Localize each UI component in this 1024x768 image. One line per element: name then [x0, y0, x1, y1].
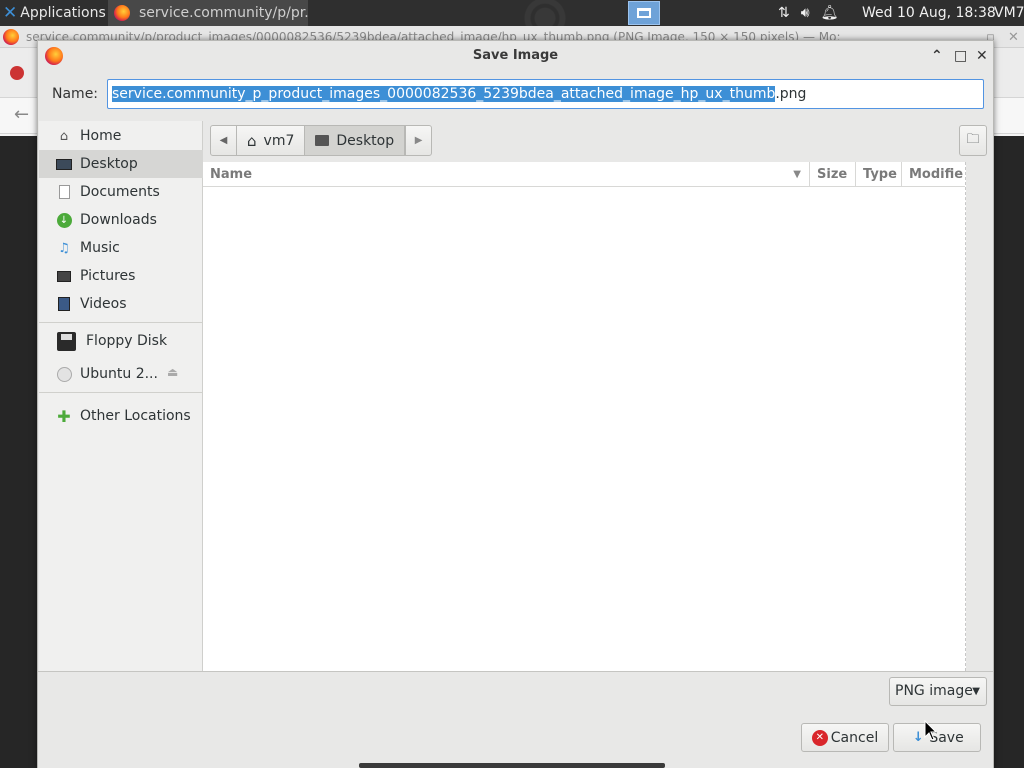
plus-icon: ✚ — [57, 406, 71, 426]
path-back-button[interactable]: ◀ — [210, 125, 237, 156]
pictures-icon — [56, 268, 72, 284]
sidebar-item-label: Documents — [80, 184, 160, 200]
column-header-type[interactable]: Type — [855, 162, 901, 187]
panel-decoration — [500, 0, 590, 26]
sidebar-item-other-locations[interactable]: ✚ Other Locations — [39, 402, 203, 430]
taskbar-item-label: service.community/p/pr... — [139, 5, 308, 21]
dialog-titlebar: Save Image ⌃ □ ✕ — [38, 41, 993, 71]
path-segment-vm7[interactable]: ⌂ vm7 — [236, 125, 306, 156]
downloads-icon: ↓ — [56, 212, 72, 228]
firefox-icon — [114, 5, 130, 21]
window-resize-handle[interactable] — [359, 763, 665, 768]
videos-icon — [56, 296, 72, 312]
name-row: Name: service.community_p_product_images… — [38, 79, 993, 109]
disc-icon — [56, 366, 72, 382]
filename-extension: .png — [775, 86, 807, 102]
cancel-icon: ✕ — [811, 729, 828, 746]
sidebar-item-desktop[interactable]: Desktop — [39, 150, 203, 178]
window-icon — [637, 8, 651, 18]
mouse-cursor-icon — [924, 720, 938, 741]
places-sidebar: ⌂ Home Desktop Documents ↓ Downloads ♫ M… — [39, 121, 203, 671]
sidebar-separator — [39, 322, 203, 323]
column-label: Size — [817, 167, 848, 182]
sidebar-item-pictures[interactable]: Pictures — [39, 262, 203, 290]
sidebar-item-label: Floppy Disk — [86, 333, 168, 349]
column-header-name[interactable]: Name ▼ — [203, 162, 809, 187]
back-arrow-icon: ← — [14, 104, 30, 125]
dialog-footer — [38, 671, 993, 768]
applications-menu[interactable]: ✕ Applications — [0, 0, 106, 26]
home-icon: ⌂ — [247, 131, 257, 150]
path-segment-label: vm7 — [263, 132, 295, 149]
new-folder-icon: 🗀 — [966, 131, 980, 147]
file-type-dropdown[interactable]: PNG image ▼ — [889, 677, 987, 706]
home-icon: ⌂ — [59, 128, 69, 144]
close-icon: ✕ — [1008, 30, 1019, 45]
column-label: Type — [863, 167, 897, 182]
path-segment-desktop[interactable]: Desktop — [304, 125, 406, 156]
sidebar-item-ubuntu[interactable]: Ubuntu 2... ⏏ — [39, 360, 203, 388]
music-icon: ♫ — [58, 240, 70, 256]
workspace-switcher[interactable] — [628, 1, 660, 25]
sidebar-item-documents[interactable]: Documents — [39, 178, 203, 206]
sidebar-separator — [39, 392, 203, 393]
path-bar: ◀ ⌂ vm7 Desktop ▶ — [210, 125, 433, 156]
sort-down-icon: ▼ — [793, 169, 801, 180]
folder-icon — [315, 135, 330, 146]
system-tray: ⇅ 🔊︎ 🔔︎ — [778, 0, 838, 26]
file-list[interactable]: Name ▼ Size Type Modifie — [203, 162, 966, 671]
firefox-icon — [3, 29, 19, 45]
sidebar-item-label: Ubuntu 2... — [80, 366, 158, 382]
sidebar-item-label: Videos — [80, 296, 127, 312]
chevron-right-icon: ▶ — [414, 135, 423, 146]
column-label: Name — [210, 167, 253, 182]
floppy-icon — [56, 331, 76, 351]
sidebar-item-downloads[interactable]: ↓ Downloads — [39, 206, 203, 234]
filename-input[interactable]: service.community_p_product_images_00000… — [107, 79, 984, 109]
clock[interactable]: Wed 10 Aug, 18:38 — [862, 0, 996, 26]
cancel-button[interactable]: ✕ Cancel — [801, 723, 889, 752]
maximize-icon[interactable]: □ — [954, 41, 967, 71]
sidebar-item-music[interactable]: ♫ Music — [39, 234, 203, 262]
sidebar-item-label: Pictures — [80, 268, 136, 284]
taskbar-firefox-item[interactable]: service.community/p/pr... — [108, 0, 308, 26]
volume-icon[interactable]: 🔊︎ — [801, 5, 810, 21]
close-icon[interactable]: ✕ — [976, 41, 988, 71]
desktop-icon — [56, 156, 72, 172]
sidebar-item-home[interactable]: ⌂ Home — [39, 122, 203, 150]
user-menu[interactable]: VM7 — [994, 0, 1024, 26]
column-header-size[interactable]: Size — [809, 162, 855, 187]
sidebar-item-videos[interactable]: Videos — [39, 290, 203, 318]
sidebar-item-floppy-disk[interactable]: Floppy Disk — [39, 327, 203, 355]
cancel-label: Cancel — [830, 729, 879, 746]
notification-bell-icon[interactable]: 🔔︎ — [821, 5, 839, 21]
path-forward-button[interactable]: ▶ — [405, 125, 433, 156]
column-header-modified[interactable]: Modifie — [901, 162, 966, 187]
file-list-header: Name ▼ Size Type Modifie — [203, 162, 965, 187]
globe-icon — [10, 66, 24, 80]
sidebar-item-label: Desktop — [80, 156, 138, 172]
xfce-logo-icon: ✕ — [3, 3, 18, 23]
firefox-icon — [45, 47, 63, 65]
top-panel: ✕ Applications service.community/p/pr...… — [0, 0, 1024, 26]
applications-label: Applications — [20, 5, 106, 21]
eject-icon[interactable]: ⏏ — [167, 365, 178, 379]
sidebar-item-label: Home — [80, 128, 122, 144]
sidebar-item-label: Other Locations — [80, 408, 191, 424]
minimize-icon[interactable]: ⌃ — [931, 41, 943, 71]
documents-icon — [56, 184, 72, 200]
network-icon[interactable]: ⇅ — [778, 5, 790, 21]
filename-selection: service.community_p_product_images_00000… — [112, 86, 776, 102]
column-label: Modifie — [909, 167, 964, 182]
name-label: Name: — [52, 86, 99, 102]
file-type-label: PNG image — [895, 683, 973, 699]
dialog-title: Save Image — [472, 48, 559, 63]
caret-down-icon: ▼ — [972, 686, 980, 697]
new-folder-button[interactable]: 🗀 — [959, 125, 987, 156]
save-image-dialog: Save Image ⌃ □ ✕ Name: service.community… — [37, 40, 994, 768]
path-segment-label: Desktop — [336, 132, 395, 149]
sidebar-item-label: Downloads — [80, 212, 157, 228]
chevron-left-icon: ◀ — [219, 135, 228, 146]
sidebar-item-label: Music — [80, 240, 120, 256]
